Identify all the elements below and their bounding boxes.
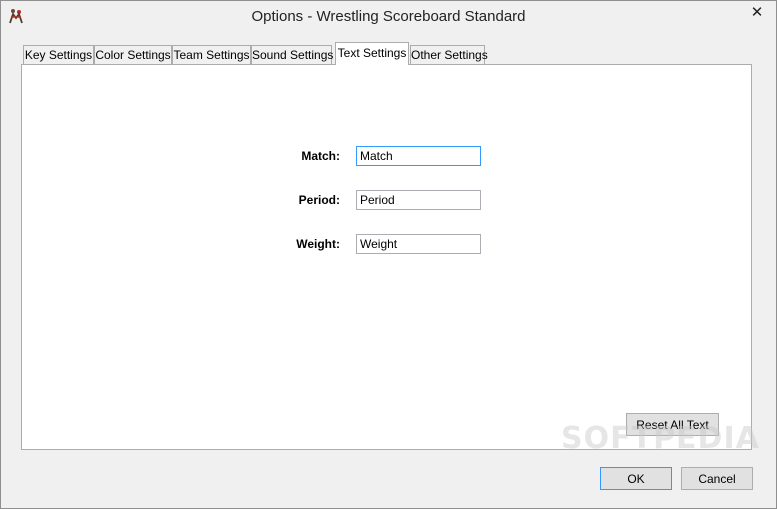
close-icon: ✕ bbox=[750, 4, 764, 21]
period-input[interactable] bbox=[356, 190, 481, 210]
match-label: Match: bbox=[301, 149, 340, 163]
weight-input[interactable] bbox=[356, 234, 481, 254]
weight-label: Weight: bbox=[296, 237, 340, 251]
text-settings-panel: Match: Period: Weight: Reset All Text bbox=[21, 64, 752, 450]
window-title: Options - Wrestling Scoreboard Standard bbox=[251, 8, 526, 25]
title-bar: Options - Wrestling Scoreboard Standard … bbox=[1, 1, 776, 33]
options-window: Options - Wrestling Scoreboard Standard … bbox=[0, 0, 777, 509]
match-input[interactable] bbox=[356, 146, 481, 166]
ok-button[interactable]: OK bbox=[600, 467, 672, 490]
tab-sound-settings[interactable]: Sound Settings bbox=[251, 45, 333, 64]
tab-team-settings[interactable]: Team Settings bbox=[172, 45, 251, 64]
tab-other-settings[interactable]: Other Settings bbox=[410, 45, 488, 64]
tab-color-settings[interactable]: Color Settings bbox=[94, 45, 172, 64]
tab-key-settings[interactable]: Key Settings bbox=[23, 45, 94, 64]
softpedia-watermark: SOFTPEDIA bbox=[561, 421, 760, 456]
tab-text-settings[interactable]: Text Settings bbox=[335, 42, 409, 65]
close-button[interactable]: ✕ bbox=[742, 1, 772, 23]
cancel-button[interactable]: Cancel bbox=[681, 467, 753, 490]
period-label: Period: bbox=[298, 193, 340, 207]
